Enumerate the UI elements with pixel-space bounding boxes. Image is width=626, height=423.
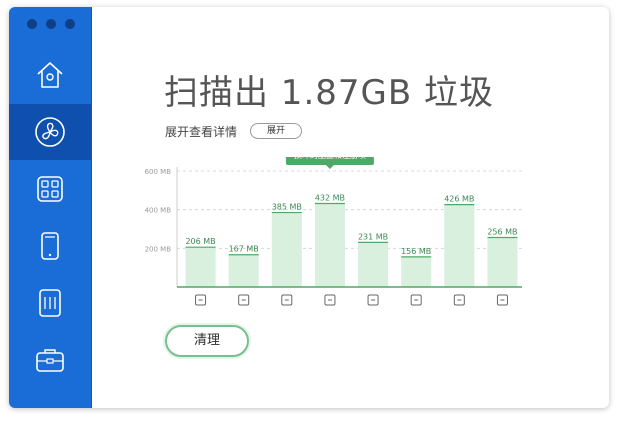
bar xyxy=(401,256,432,287)
bar-value-label: 231 MB xyxy=(358,232,388,241)
bar xyxy=(228,254,259,287)
bar-value-label: 206 MB xyxy=(185,237,215,246)
clean-button[interactable]: 清理 xyxy=(165,325,249,357)
cache-icon[interactable] xyxy=(195,294,207,306)
globe-icon[interactable] xyxy=(496,294,508,306)
app-window: 扫描出 1.87GB 垃圾 展开查看详情 展开 200 MB 400 MB 600 … xyxy=(9,7,609,408)
close-window-button[interactable] xyxy=(27,19,37,29)
bar-value-label: 167 MB xyxy=(229,245,259,254)
y-tick-label: 400 MB xyxy=(145,207,172,215)
bar xyxy=(271,212,302,287)
bar xyxy=(487,237,518,287)
expand-button[interactable]: 展开 xyxy=(250,123,302,139)
main-panel: 扫描出 1.87GB 垃圾 展开查看详情 展开 200 MB 400 MB 600 … xyxy=(92,7,609,408)
leftover-icon[interactable] xyxy=(281,294,293,306)
image-icon[interactable] xyxy=(367,294,379,306)
y-tick-label: 200 MB xyxy=(145,245,172,253)
chip-icon xyxy=(39,289,61,317)
junk-size-chart: 200 MB 400 MB 600 MB 206 MB 167 MB 385 MB 432 … xyxy=(145,157,522,306)
sidebar-item-apps[interactable] xyxy=(9,161,91,217)
bar-value-label: 432 MB xyxy=(315,193,345,202)
sidebar-item-cleaner[interactable] xyxy=(9,104,91,160)
tablet-icon xyxy=(41,232,59,260)
sidebar xyxy=(9,7,92,408)
book-icon[interactable] xyxy=(453,294,465,306)
sidebar-item-device[interactable] xyxy=(9,218,91,274)
log-icon[interactable] xyxy=(238,294,250,306)
page-title: 扫描出 1.87GB 垃圾 xyxy=(164,73,494,113)
fan-icon xyxy=(35,117,65,147)
zoom-window-button[interactable] xyxy=(65,19,75,29)
bar-value-label: 256 MB xyxy=(487,228,517,237)
bar xyxy=(358,242,389,287)
details-label: 展开查看详情 xyxy=(165,125,238,139)
y-tick-label: 600 MB xyxy=(145,168,172,176)
grid-icon xyxy=(37,176,63,202)
bar-value-label: 426 MB xyxy=(444,195,474,204)
config-icon[interactable] xyxy=(324,294,336,306)
sidebar-item-memory[interactable] xyxy=(9,275,91,331)
window-controls xyxy=(27,19,75,29)
sidebar-item-home[interactable] xyxy=(9,47,91,103)
bar-value-label: 156 MB xyxy=(401,247,431,256)
bar xyxy=(444,204,475,287)
tooltip-text: 损坏的配置和注册项 xyxy=(294,157,366,160)
minimize-window-button[interactable] xyxy=(46,19,56,29)
bar xyxy=(185,247,216,287)
toolbox-icon xyxy=(36,349,64,372)
browser-icon[interactable] xyxy=(410,294,422,306)
tooltip-pointer xyxy=(325,165,334,169)
sidebar-item-toolbox[interactable] xyxy=(9,332,91,388)
bar xyxy=(314,203,345,287)
bar-value-label: 385 MB xyxy=(272,203,302,212)
house-icon xyxy=(37,62,63,88)
